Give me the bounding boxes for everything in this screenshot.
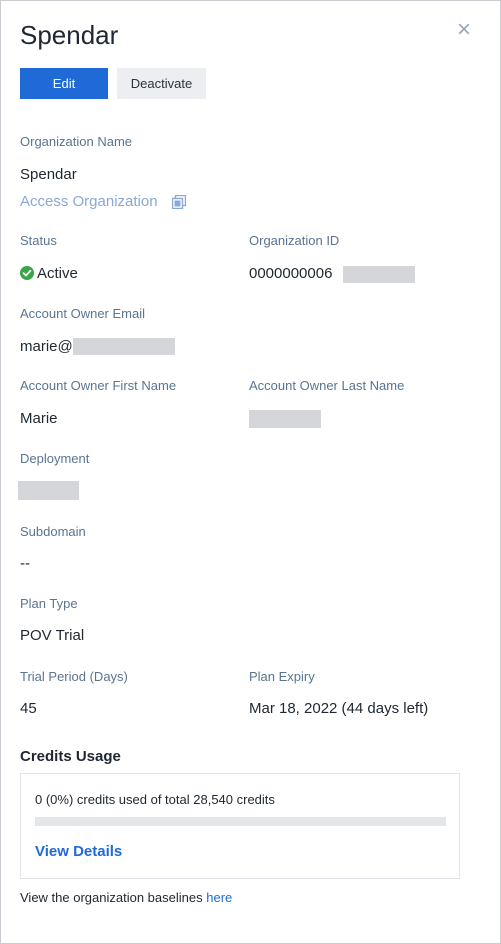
plan-expiry-value: Mar 18, 2022 (44 days left)	[249, 700, 429, 717]
baseline-text: View the organization baselines	[20, 890, 203, 905]
credits-progress-bar	[35, 817, 446, 826]
organization-detail-panel: Spendar × Edit Deactivate Organization N…	[0, 0, 501, 944]
credits-usage-title: Credits Usage	[20, 748, 121, 765]
redacted-org-id	[343, 266, 415, 283]
owner-first-name-value: Marie	[20, 410, 58, 427]
org-id-value: 0000000006	[249, 265, 333, 282]
subdomain-value: --	[20, 555, 30, 572]
credits-usage-card: 0 (0%) credits used of total 28,540 cred…	[20, 773, 460, 879]
status-value: Active	[37, 265, 78, 282]
plan-expiry-label: Plan Expiry	[249, 669, 315, 684]
page-title: Spendar	[20, 20, 119, 50]
close-icon[interactable]: ×	[454, 18, 474, 42]
org-id-label: Organization ID	[249, 233, 340, 248]
external-link-icon[interactable]	[172, 195, 186, 209]
redacted-deployment	[18, 481, 79, 500]
baseline-here-link[interactable]: here	[206, 890, 232, 905]
subdomain-label: Subdomain	[20, 524, 86, 539]
trial-period-label: Trial Period (Days)	[20, 669, 128, 684]
redacted-email	[73, 338, 175, 355]
owner-email-label: Account Owner Email	[20, 306, 145, 321]
access-organization-link[interactable]: Access Organization	[20, 193, 158, 210]
edit-button[interactable]: Edit	[20, 68, 108, 99]
org-name-value: Spendar	[20, 166, 77, 183]
check-circle-icon	[20, 266, 34, 280]
trial-period-value: 45	[20, 700, 37, 717]
status-label: Status	[20, 233, 57, 248]
deployment-label: Deployment	[20, 451, 90, 466]
baseline-note: View the organization baselines here	[20, 890, 232, 905]
redacted-last-name	[249, 410, 321, 428]
owner-last-name-label: Account Owner Last Name	[249, 378, 405, 393]
owner-first-name-label: Account Owner First Name	[20, 378, 177, 393]
plan-type-label: Plan Type	[20, 596, 78, 611]
plan-type-value: POV Trial	[20, 627, 85, 644]
deactivate-button[interactable]: Deactivate	[117, 68, 206, 99]
org-name-label: Organization Name	[20, 134, 132, 149]
owner-email-value: marie@	[20, 338, 73, 355]
view-details-link[interactable]: View Details	[35, 843, 122, 860]
credits-summary: 0 (0%) credits used of total 28,540 cred…	[35, 792, 275, 807]
